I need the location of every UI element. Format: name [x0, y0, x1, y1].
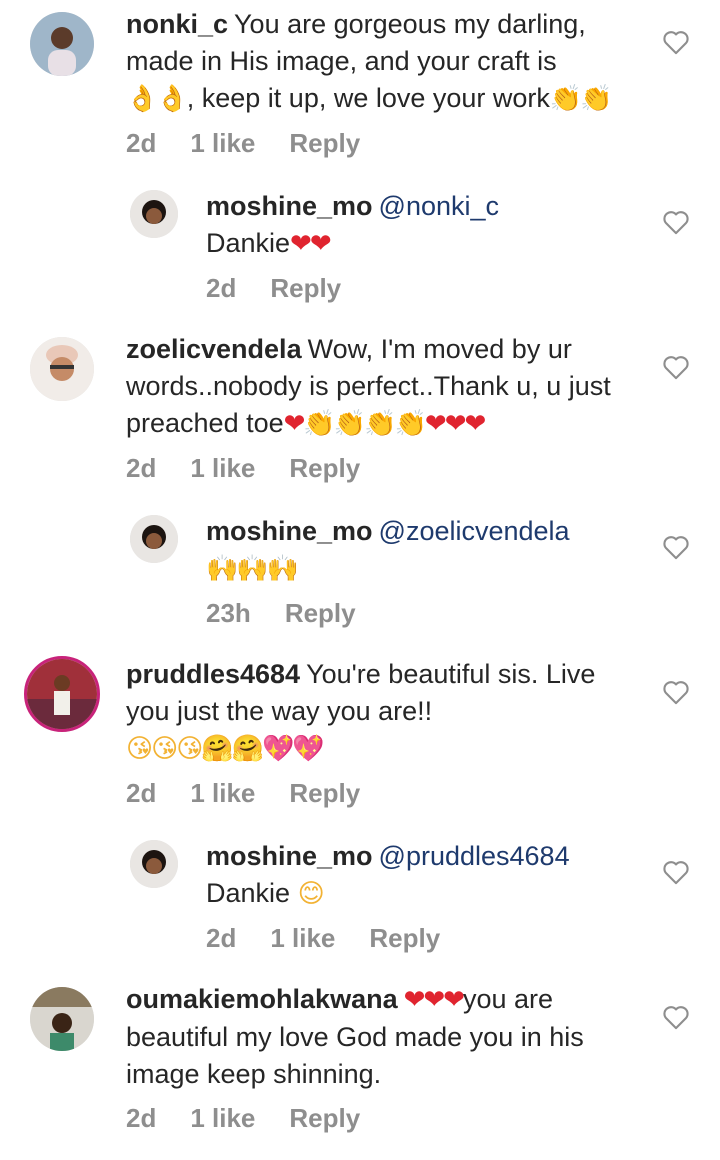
comment-username[interactable]: moshine_mo [206, 191, 373, 221]
comment-oumakiemohlakwana: oumakiemohlakwana ❤❤❤you are beautiful my… [0, 975, 720, 1155]
avatar[interactable] [30, 12, 94, 76]
like-count[interactable]: 1 like [190, 453, 255, 484]
heart-outline-icon[interactable] [662, 534, 690, 560]
comment-body-line1: you are [462, 984, 554, 1014]
comment-text: moshine_mo @zoelicvendela 🙌🙌🙌 [206, 513, 646, 588]
raised-hands-emoji: 🙌🙌🙌 [206, 554, 299, 584]
reply-button[interactable]: Reply [289, 453, 360, 484]
reply-button[interactable]: Reply [289, 128, 360, 159]
clapping-emoji: 👏👏 [549, 84, 613, 114]
comment-time: 2d [126, 778, 157, 808]
comment-body-line3: preached toe [126, 408, 284, 438]
comment-username[interactable]: moshine_mo [206, 516, 373, 546]
comment-username[interactable]: oumakiemohlakwana [126, 984, 398, 1014]
heart-outline-icon[interactable] [662, 679, 690, 705]
comment-body: Dankie [206, 878, 291, 908]
avatar[interactable] [130, 190, 178, 238]
comment-meta: 23h Reply [206, 598, 356, 629]
comment-text: zoelicvendela Wow, I'm moved by ur words.… [126, 331, 646, 443]
comment-username[interactable]: nonki_c [126, 9, 228, 39]
avatar[interactable] [24, 656, 100, 732]
reply-button[interactable]: Reply [285, 598, 356, 629]
comment-body-line1: You're beautiful sis. Live [306, 659, 596, 689]
avatar[interactable] [130, 840, 178, 888]
comment-pruddles4684: pruddles4684 You're beautiful sis. Live y… [0, 650, 720, 820]
comment-time: 2d [126, 1103, 157, 1133]
mention-link[interactable]: @pruddles4684 [379, 841, 570, 871]
heart-outline-icon[interactable] [662, 29, 690, 55]
comment-meta: 2d 1 like Reply [126, 1103, 360, 1134]
comment-body-line1: You are gorgeous my darling, [234, 9, 586, 39]
comment-meta: 2d 1 like Reply [126, 778, 360, 809]
like-count[interactable]: 1 like [270, 923, 335, 954]
like-count[interactable]: 1 like [190, 128, 255, 159]
mention-link[interactable]: @zoelicvendela [379, 516, 570, 546]
comment-username[interactable]: moshine_mo [206, 841, 373, 871]
comment-time: 2d [206, 273, 237, 303]
comment-body-line2: made in His image, and your craft is [126, 46, 557, 76]
ok-hand-emoji: 👌👌 [126, 84, 189, 114]
comment-meta: 2d 1 like Reply [126, 128, 360, 159]
heart-clap-emojis: ❤👏👏👏👏❤❤❤ [283, 409, 487, 439]
comment-time: 2d [126, 453, 157, 483]
heart-outline-icon[interactable] [662, 1004, 690, 1030]
comment-text: oumakiemohlakwana ❤❤❤you are beautiful my… [126, 981, 646, 1093]
comment-text: pruddles4684 You're beautiful sis. Live y… [126, 656, 646, 768]
comment-text: moshine_mo @pruddles4684 Dankie 😊 [206, 838, 646, 913]
comment-body-line1: Wow, I'm moved by ur [307, 334, 572, 364]
comment-text: nonki_c You are gorgeous my darling, made… [126, 6, 646, 118]
comment-meta: 2d 1 like Reply [126, 453, 360, 484]
like-count[interactable]: 1 like [190, 1103, 255, 1134]
smile-emoji: 😊 [297, 879, 325, 909]
heart-emojis: ❤❤❤ [403, 985, 465, 1015]
reply-moshine-mo-3: moshine_mo @pruddles4684 Dankie 😊 2d 1 li… [0, 830, 720, 960]
reply-button[interactable]: Reply [289, 1103, 360, 1134]
reply-moshine-mo-2: moshine_mo @zoelicvendela 🙌🙌🙌 23h Reply [0, 505, 720, 635]
comment-body-line2: words..nobody is perfect..Thank u, u jus… [126, 371, 611, 401]
comment-body-line2: beautiful my love God made you in his [126, 1022, 584, 1052]
comment-time: 2d [126, 128, 157, 158]
comment-username[interactable]: pruddles4684 [126, 659, 300, 689]
comment-meta: 2d 1 like Reply [206, 923, 440, 954]
mention-link[interactable]: @nonki_c [379, 191, 499, 221]
comment-meta: 2d Reply [206, 273, 341, 304]
heart-outline-icon[interactable] [662, 354, 690, 380]
heart-outline-icon[interactable] [662, 209, 690, 235]
comment-text: moshine_mo @nonki_c Dankie❤❤ [206, 188, 646, 263]
avatar[interactable] [30, 337, 94, 401]
comment-time: 2d [206, 923, 237, 953]
like-count[interactable]: 1 like [190, 778, 255, 809]
comment-body-line3: , keep it up, we love your work [186, 83, 550, 113]
reply-moshine-mo-1: moshine_mo @nonki_c Dankie❤❤ 2d Reply [0, 180, 720, 310]
reply-button[interactable]: Reply [289, 778, 360, 809]
avatar[interactable] [30, 987, 94, 1051]
heart-emoji: ❤❤ [290, 229, 332, 259]
comment-time: 23h [206, 598, 251, 628]
heart-outline-icon[interactable] [662, 859, 690, 885]
comment-body: Dankie [206, 228, 291, 258]
avatar[interactable] [130, 515, 178, 563]
comment-username[interactable]: zoelicvendela [126, 334, 302, 364]
kiss-hug-emojis: 😘😘😘🤗🤗💖💖 [126, 734, 325, 764]
comment-zoelicvendela: zoelicvendela Wow, I'm moved by ur words.… [0, 325, 720, 495]
reply-button[interactable]: Reply [369, 923, 440, 954]
comment-nonki-c: nonki_c You are gorgeous my darling, made… [0, 0, 720, 170]
comment-body-line3: image keep shinning. [126, 1059, 382, 1089]
reply-button[interactable]: Reply [270, 273, 341, 304]
comment-body-line2: you just the way you are!! [126, 696, 433, 726]
